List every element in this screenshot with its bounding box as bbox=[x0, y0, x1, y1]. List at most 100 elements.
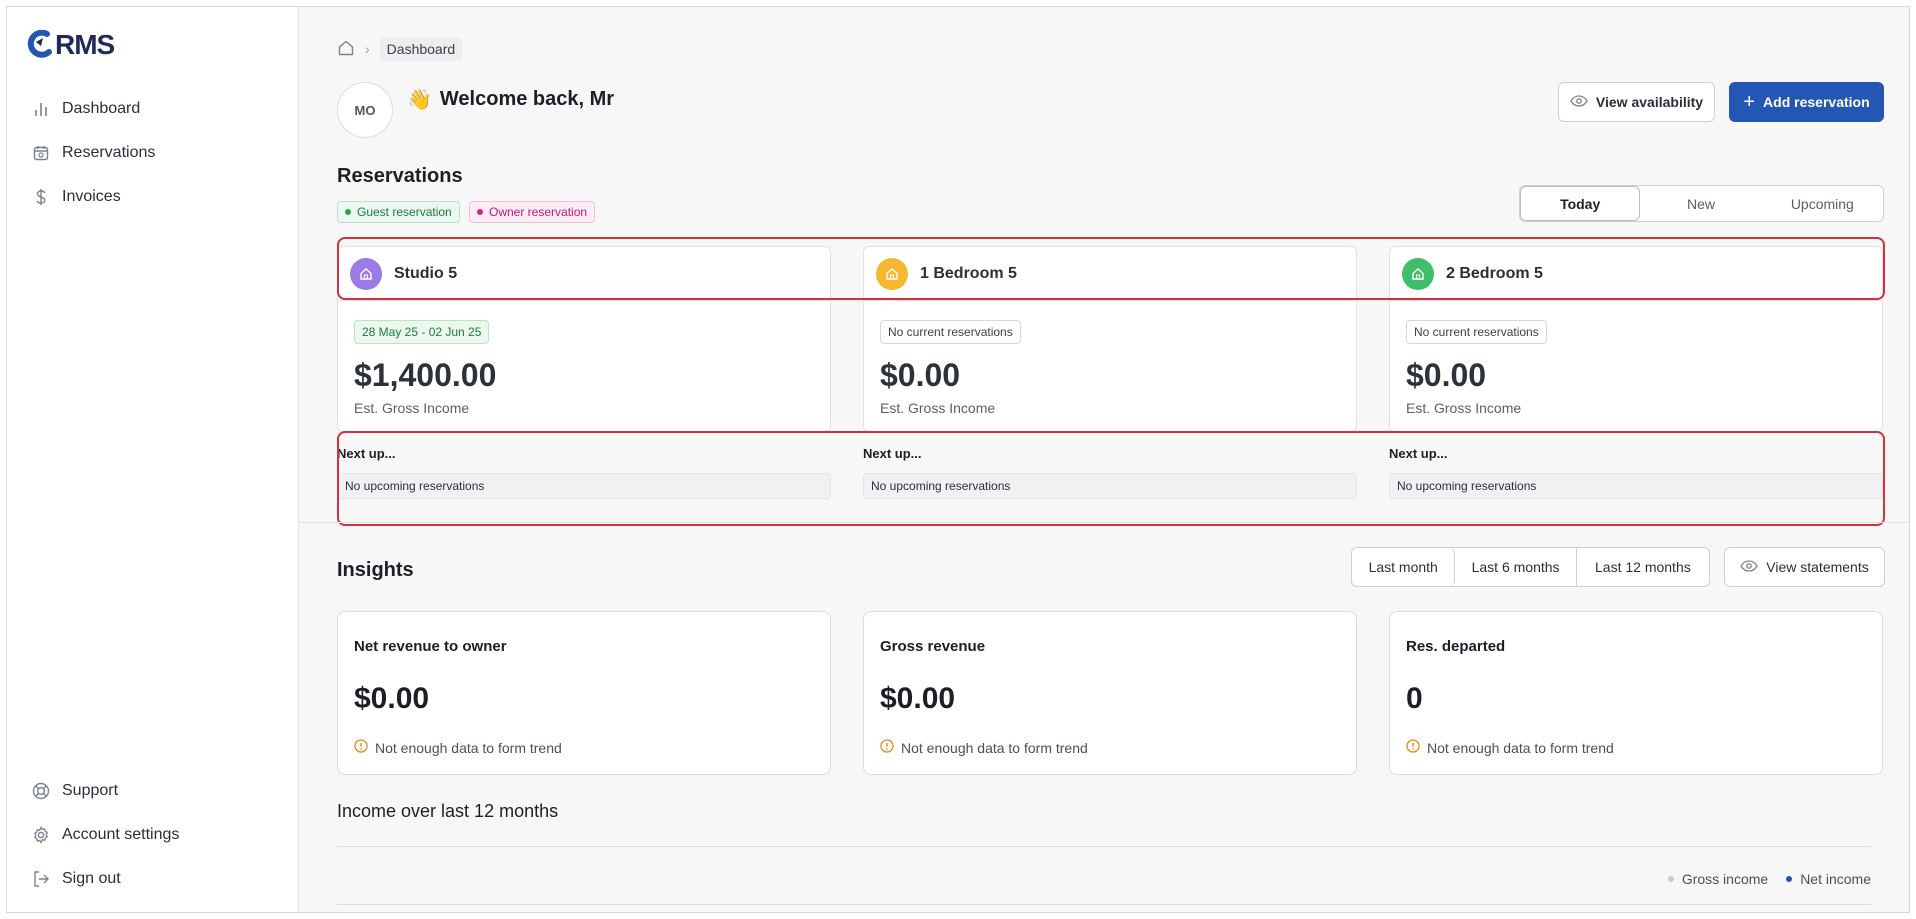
insights-range-tabs: Last month Last 6 months Last 12 months bbox=[1351, 547, 1710, 587]
pink-dot-icon bbox=[477, 209, 483, 215]
unit-card-studio-5[interactable]: Studio 5 28 May 25 - 02 Jun 25 $1,400.00… bbox=[337, 246, 831, 432]
unit-card-header: 1 Bedroom 5 bbox=[864, 247, 1356, 301]
insight-value: $0.00 bbox=[354, 682, 430, 715]
guest-reservation-badge: Guest reservation bbox=[337, 201, 460, 223]
est-gross-income-label: Est. Gross Income bbox=[1406, 400, 1522, 416]
insight-value: 0 bbox=[1406, 682, 1423, 715]
insights-heading: Insights bbox=[337, 559, 414, 581]
home-icon bbox=[1402, 257, 1434, 290]
logo-text: RMS bbox=[55, 29, 115, 60]
view-availability-button[interactable]: View availability bbox=[1558, 82, 1715, 122]
next-up-label: Next up... bbox=[337, 446, 396, 461]
warning-circle-icon bbox=[1406, 739, 1420, 756]
est-gross-income-label: Est. Gross Income bbox=[354, 400, 470, 416]
insight-note: Not enough data to form trend bbox=[354, 739, 562, 756]
reservation-filter-tabs: Today New Upcoming bbox=[1519, 185, 1884, 222]
chart-top-divider bbox=[337, 846, 1871, 847]
chart-legend: Gross income Net income bbox=[1667, 871, 1871, 887]
avatar[interactable]: MO bbox=[337, 82, 393, 138]
wave-icon: 👋 bbox=[407, 89, 432, 111]
sidebar-item-label: Reservations bbox=[62, 144, 156, 161]
sidebar-item-support[interactable]: Support bbox=[32, 769, 282, 813]
insight-title: Gross revenue bbox=[880, 638, 986, 655]
sidebar-nav: Dashboard Reservations Invoices bbox=[32, 87, 282, 219]
insight-note-text: Not enough data to form trend bbox=[1427, 739, 1614, 756]
legend-gross-income[interactable]: Gross income bbox=[1667, 871, 1769, 887]
insight-value: $0.00 bbox=[880, 682, 956, 715]
gray-dot-icon bbox=[1667, 876, 1674, 882]
dollar-icon bbox=[32, 188, 50, 206]
est-gross-income-value: $0.00 bbox=[1406, 357, 1487, 393]
sidebar-item-reservations[interactable]: Reservations bbox=[32, 131, 282, 175]
chevron-right-icon: › bbox=[365, 41, 370, 57]
next-up-box: No upcoming reservations bbox=[863, 473, 1357, 499]
chart-baseline bbox=[337, 904, 1871, 905]
insight-card-res-departed: Res. departed 0 Not enough data to form … bbox=[1389, 611, 1883, 775]
next-up-box: No upcoming reservations bbox=[337, 473, 831, 499]
sidebar-item-dashboard[interactable]: Dashboard bbox=[32, 87, 282, 131]
tab-last-month[interactable]: Last month bbox=[1352, 548, 1456, 586]
tab-last-6-months[interactable]: Last 6 months bbox=[1455, 548, 1577, 586]
calendar-icon bbox=[32, 144, 50, 162]
home-icon[interactable] bbox=[337, 39, 355, 60]
eye-icon bbox=[1740, 559, 1759, 575]
legend-label: Gross income bbox=[1681, 871, 1769, 887]
insight-title: Net revenue to owner bbox=[354, 638, 507, 655]
next-up-label: Next up... bbox=[863, 446, 922, 461]
unit-card-header: Studio 5 bbox=[338, 247, 830, 301]
insight-card-gross-revenue: Gross revenue $0.00 Not enough data to f… bbox=[863, 611, 1357, 775]
breadcrumb-current: Dashboard bbox=[379, 37, 463, 61]
main-content: › Dashboard MO 👋 Welcome back, Mr View a… bbox=[299, 7, 1909, 912]
sidebar-item-label: Dashboard bbox=[62, 100, 141, 117]
unit-name: Studio 5 bbox=[394, 264, 458, 282]
section-divider bbox=[299, 522, 1909, 523]
sidebar-item-invoices[interactable]: Invoices bbox=[32, 175, 282, 219]
sidebar-item-label: Support bbox=[62, 782, 119, 799]
next-up-box: No upcoming reservations bbox=[1389, 473, 1883, 499]
sidebar-item-label: Sign out bbox=[62, 870, 121, 887]
blue-dot-icon bbox=[1786, 876, 1793, 882]
insight-card-net-revenue: Net revenue to owner $0.00 Not enough da… bbox=[337, 611, 831, 775]
green-dot-icon bbox=[345, 209, 351, 215]
logo[interactable]: RMS bbox=[27, 29, 115, 61]
reservations-heading: Reservations bbox=[337, 165, 463, 187]
tab-upcoming[interactable]: Upcoming bbox=[1762, 186, 1883, 221]
sidebar: RMS Dashboard Reservations Invoices Supp… bbox=[7, 7, 299, 912]
guest-reservation-label: Guest reservation bbox=[357, 205, 452, 219]
warning-circle-icon bbox=[880, 739, 894, 756]
add-reservation-button[interactable]: + Add reservation bbox=[1729, 82, 1884, 122]
welcome-text: Welcome back, Mr bbox=[439, 88, 615, 110]
reservation-date-badge: 28 May 25 - 02 Jun 25 bbox=[354, 320, 490, 344]
view-availability-label: View availability bbox=[1595, 94, 1704, 110]
unit-name: 1 Bedroom 5 bbox=[920, 264, 1017, 282]
tab-today[interactable]: Today bbox=[1520, 186, 1641, 221]
est-gross-income-label: Est. Gross Income bbox=[880, 400, 996, 416]
sidebar-item-account-settings[interactable]: Account settings bbox=[32, 813, 282, 857]
owner-reservation-label: Owner reservation bbox=[489, 205, 588, 219]
breadcrumb: › Dashboard bbox=[337, 37, 463, 61]
unit-card-2-bedroom-5[interactable]: 2 Bedroom 5 No current reservations $0.0… bbox=[1389, 246, 1883, 432]
rms-logo-icon bbox=[27, 30, 52, 58]
income-chart-title: Income over last 12 months bbox=[337, 801, 559, 821]
tab-last-12-months[interactable]: Last 12 months bbox=[1577, 548, 1709, 586]
no-current-reservations-badge: No current reservations bbox=[880, 320, 1021, 344]
insight-note: Not enough data to form trend bbox=[880, 739, 1088, 756]
sidebar-item-sign-out[interactable]: Sign out bbox=[32, 857, 282, 901]
unit-card-1-bedroom-5[interactable]: 1 Bedroom 5 No current reservations $0.0… bbox=[863, 246, 1357, 432]
home-icon bbox=[350, 257, 382, 290]
insight-note-text: Not enough data to form trend bbox=[901, 739, 1088, 756]
eye-icon bbox=[1570, 94, 1588, 110]
tab-new[interactable]: New bbox=[1640, 186, 1761, 221]
sidebar-item-label: Invoices bbox=[62, 188, 121, 205]
page-title: 👋 Welcome back, Mr bbox=[407, 87, 614, 112]
view-statements-label: View statements bbox=[1766, 559, 1869, 575]
add-reservation-label: Add reservation bbox=[1763, 94, 1870, 110]
legend-label: Net income bbox=[1800, 871, 1871, 887]
lifebuoy-icon bbox=[32, 782, 50, 800]
home-icon bbox=[876, 257, 908, 290]
insight-note-text: Not enough data to form trend bbox=[375, 739, 562, 756]
view-statements-button[interactable]: View statements bbox=[1724, 547, 1885, 587]
next-up-label: Next up... bbox=[1389, 446, 1448, 461]
unit-card-header: 2 Bedroom 5 bbox=[1390, 247, 1882, 301]
legend-net-income[interactable]: Net income bbox=[1786, 871, 1871, 887]
